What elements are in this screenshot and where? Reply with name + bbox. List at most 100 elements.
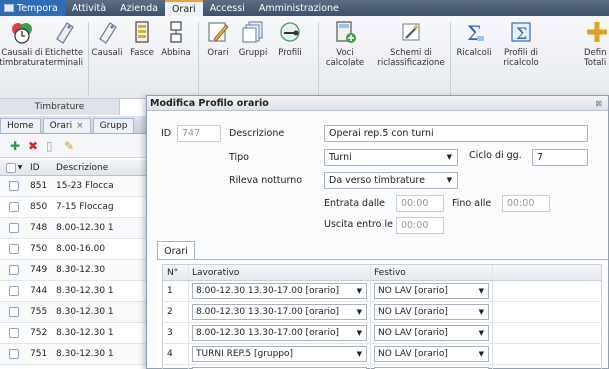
festivo-select[interactable]: NO LAV [orario] ▼ xyxy=(374,346,489,362)
row-descrizione: 8.30-12.30 1 xyxy=(56,286,114,296)
descrizione-input[interactable]: Operai rep.5 con turni xyxy=(324,125,588,142)
ciclo-input[interactable]: 7 xyxy=(532,149,588,166)
etichette-terminali-label: Etichette terminali xyxy=(44,48,84,68)
row-descrizione: 8.00-16.00 xyxy=(56,244,106,254)
add-icon[interactable]: ✚ xyxy=(10,140,22,152)
menu-amministrazione[interactable]: Amministrazione xyxy=(252,0,346,16)
column-header-lavorativo[interactable]: Lavorativo xyxy=(189,265,371,280)
column-header-id[interactable]: ID xyxy=(28,163,56,173)
descrizione-label: Descrizione xyxy=(229,128,285,139)
festivo-cell: NO LAV [orario]▼ xyxy=(371,323,493,343)
row-checkbox[interactable] xyxy=(0,349,28,359)
festivo-select[interactable]: NO LAV [orario] ▼ xyxy=(374,283,489,299)
row-descrizione: 8.30-12.30 xyxy=(56,265,106,275)
row-descrizione: 15-23 Flocca xyxy=(56,181,114,191)
table-row[interactable]: 748 8.00-12.30 1 xyxy=(0,218,150,239)
dropdown-arrow-icon: ▼ xyxy=(356,329,362,337)
fasce-button[interactable]: Fasce xyxy=(126,19,158,79)
tab-orari-detail[interactable]: Orari xyxy=(157,241,195,260)
festivo-cell: NO LAV [orario]▼ xyxy=(371,365,493,369)
close-icon[interactable]: × xyxy=(76,121,84,131)
table-row[interactable]: 755 8.30-12.30 1 xyxy=(0,302,150,323)
row-number: 2 xyxy=(163,302,189,322)
lavorativo-select[interactable]: TURNI REP.5 [gruppo] ▼ xyxy=(192,346,367,362)
lavorativo-select[interactable]: 8.00-12.30 13.30-17.00 [orario] ▼ xyxy=(192,304,367,320)
row-checkbox[interactable] xyxy=(0,244,28,254)
festivo-select[interactable]: NO LAV [orario] ▼ xyxy=(374,304,489,320)
row-checkbox[interactable] xyxy=(0,265,28,275)
table-row[interactable]: 850 7-15 Floccag xyxy=(0,197,150,218)
abbina-button[interactable]: Abbina xyxy=(158,19,194,79)
causali-timbratura-button[interactable]: Causali di timbratura xyxy=(0,19,45,79)
causali-button[interactable]: Causali xyxy=(88,19,126,79)
fino-alle-input[interactable]: 00:00 xyxy=(502,195,550,212)
menu-azienda[interactable]: Azienda xyxy=(113,0,165,16)
column-header-descrizione[interactable]: Descrizione xyxy=(56,163,150,173)
row-checkbox[interactable] xyxy=(0,328,28,338)
entrata-dalle-input[interactable]: 00:00 xyxy=(396,195,444,212)
etichette-terminali-button[interactable]: Etichette terminali xyxy=(44,19,84,79)
gruppi-button[interactable]: Gruppi xyxy=(236,19,270,79)
lavorativo-cell: TURNI REP.5 [gruppo] ▼ xyxy=(189,344,371,364)
ricalcoli-button[interactable]: Σ Ricalcoli xyxy=(452,19,496,79)
link-icon xyxy=(163,19,189,45)
table-row[interactable]: 744 8.30-12.30 1 xyxy=(0,281,150,302)
lavorativo-select-value: 8.00-12.30 13.30-17.00 [orario] xyxy=(196,286,340,296)
definizione-totali-button[interactable]: Defin Totali xyxy=(584,19,609,79)
dropdown-arrow-icon: ▼ xyxy=(478,350,484,358)
schemi-riclassificazione-button[interactable]: Schemi di riclassificazione xyxy=(374,19,448,79)
table-row[interactable]: 750 8.00-16.00 xyxy=(0,239,150,260)
menu-tempora[interactable]: Tempora xyxy=(0,0,65,16)
dialog-title: Modifica Profilo orario xyxy=(150,97,269,109)
table-row: 5TURNI REP.5 [gruppo]▼NO LAV [orario]▼ xyxy=(162,365,602,369)
row-checkbox[interactable] xyxy=(0,286,28,296)
table-row: 1 8.00-12.30 13.30-17.00 [orario] ▼ NO LAV … xyxy=(162,281,602,302)
column-header-n[interactable]: N° xyxy=(163,265,189,280)
delete-icon[interactable]: ✖ xyxy=(28,140,40,152)
tag-icon xyxy=(94,19,120,45)
copy-icon[interactable]: ▯ xyxy=(46,140,58,152)
orari-button[interactable]: Orari xyxy=(202,19,234,79)
tab-orari-label: Orari xyxy=(49,121,73,131)
lavorativo-select[interactable]: 8.00-12.30 13.30-17.00 [orario] ▼ xyxy=(192,283,367,299)
row-checkbox[interactable] xyxy=(0,223,28,233)
app-icon xyxy=(4,4,14,12)
tab-home[interactable]: Home xyxy=(0,118,41,133)
tab-orari[interactable]: Orari × xyxy=(42,118,91,133)
row-number: 3 xyxy=(163,323,189,343)
voci-calcolate-button[interactable]: Voci calcolate xyxy=(322,19,368,79)
table-row[interactable]: 751 8.30-12.30 1 xyxy=(0,344,150,365)
row-checkbox[interactable] xyxy=(0,202,28,212)
profili-ricalcolo-button[interactable]: Σ Profili di ricalcolo xyxy=(498,19,544,79)
row-number: 1 xyxy=(163,281,189,301)
row-checkbox[interactable] xyxy=(0,181,28,191)
lavorativo-select[interactable]: 8.00-12.30 13.30-17.00 [orario] ▼ xyxy=(192,325,367,341)
column-header-festivo[interactable]: Festivo xyxy=(371,265,493,280)
dropdown-arrow-icon: ▼ xyxy=(356,287,362,295)
table-row[interactable]: 851 15-23 Flocca xyxy=(0,176,150,197)
close-icon[interactable]: ⊠ xyxy=(595,99,602,108)
edit-icon[interactable]: ✎ xyxy=(64,140,76,152)
menu-attivita[interactable]: Attività xyxy=(65,0,113,16)
menu-accessi[interactable]: Accessi xyxy=(203,0,252,16)
table-row[interactable]: 7468.30-15.30 xyxy=(0,365,150,369)
tipo-select[interactable]: Turni ▼ xyxy=(324,149,458,166)
orari-detail-grid: N° Lavorativo Festivo 1 8.00-12.30 13.30-… xyxy=(162,264,602,369)
table-row[interactable]: 752 8.30-12.30 1 xyxy=(0,323,150,344)
uscita-entro-label: Uscita entro le xyxy=(324,219,393,230)
tab-gruppi[interactable]: Grupp xyxy=(92,118,135,133)
plus-icon xyxy=(584,19,609,45)
rileva-notturno-select[interactable]: Da verso timbrature ▼ xyxy=(324,172,458,189)
festivo-select[interactable]: NO LAV [orario] ▼ xyxy=(374,325,489,341)
menu-orari[interactable]: Orari xyxy=(164,0,203,16)
row-checkbox[interactable] xyxy=(0,307,28,317)
fino-alle-label: Fino alle xyxy=(452,198,492,209)
uscita-entro-input[interactable]: 00:00 xyxy=(396,217,444,234)
table-row[interactable]: 749 8.30-12.30 xyxy=(0,260,150,281)
profili-button[interactable]: Profili xyxy=(272,19,308,79)
causali-timbratura-label: Causali di timbratura xyxy=(0,48,45,68)
table-row: 3 8.00-12.30 13.30-17.00 [orario] ▼ NO LAV … xyxy=(162,323,602,344)
lavorativo-select-value: 8.00-12.30 13.30-17.00 [orario] xyxy=(196,328,340,338)
select-all-checkbox[interactable]: ▼ xyxy=(0,162,28,173)
row-descrizione: 8.00-12.30 1 xyxy=(56,223,114,233)
